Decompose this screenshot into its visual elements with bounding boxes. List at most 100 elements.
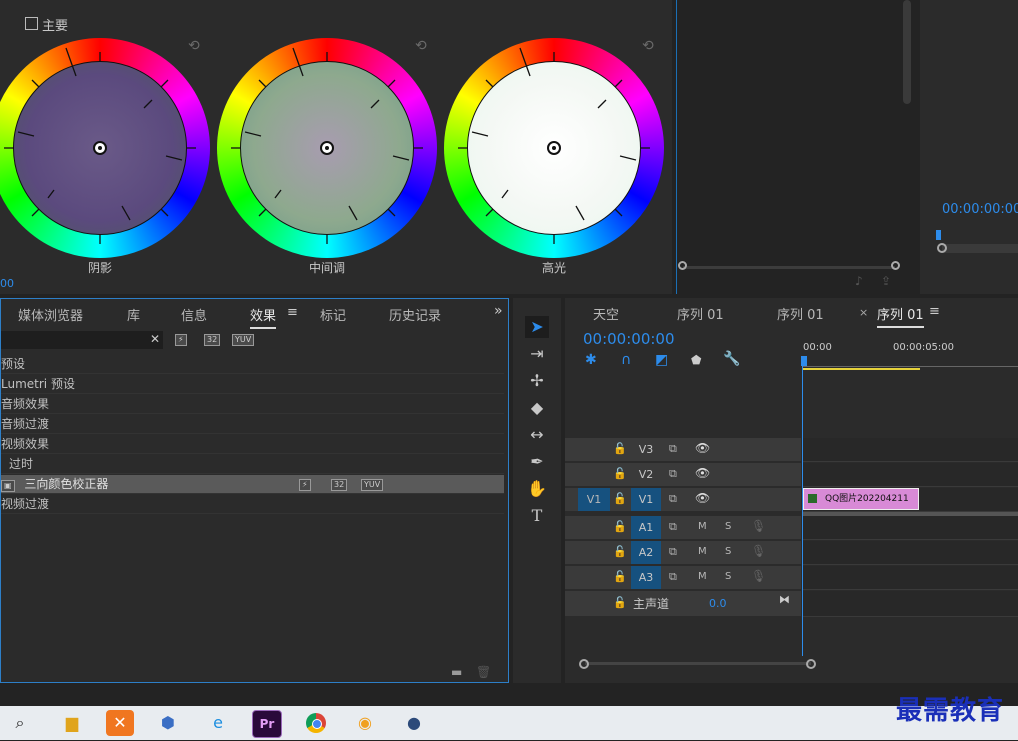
lock-icon[interactable]: 🔓 [613, 442, 627, 455]
accelerated-effects-filter-icon[interactable]: ⚡ [175, 334, 187, 346]
tab-sequence-01-active[interactable]: 序列 01 [877, 304, 924, 328]
track-name[interactable]: A3 [631, 566, 661, 589]
file-explorer-icon[interactable]: ▆ [58, 710, 86, 736]
track-header-v2[interactable]: 🔓 V2 ⧉ 👁 [565, 463, 801, 487]
work-area-bar[interactable] [803, 368, 920, 370]
midtones-center-handle[interactable] [320, 141, 334, 155]
track-name[interactable]: A2 [631, 541, 661, 564]
master-volume-value[interactable]: 0.0 [709, 597, 727, 610]
virtualbox-icon[interactable]: ⬢ [154, 710, 182, 736]
internet-explorer-icon[interactable]: e [204, 710, 232, 736]
tree-item-video-effects[interactable]: 视频效果 [1, 435, 504, 454]
zoom-scrollbar[interactable] [683, 266, 895, 269]
chrome-icon[interactable] [302, 710, 330, 736]
solo-button[interactable]: S [725, 571, 731, 582]
premiere-pro-icon[interactable]: Pr [252, 710, 282, 738]
mute-button[interactable]: M [698, 546, 707, 557]
sync-lock-icon[interactable]: ⧉ [669, 545, 677, 559]
vertical-scrollbar[interactable] [903, 0, 911, 104]
playhead-handle[interactable] [801, 356, 807, 366]
32bit-filter-icon[interactable]: 32 [204, 334, 221, 346]
lane-a3[interactable] [803, 566, 1018, 590]
lock-icon[interactable]: 🔓 [613, 545, 627, 558]
tab-sky[interactable]: 天空 [593, 304, 619, 323]
export-frame-icon[interactable]: ♪ [855, 274, 863, 288]
tree-item-video-transitions[interactable]: 视频过渡 [1, 495, 504, 514]
tree-item-obsolete[interactable]: 过时 [1, 455, 504, 474]
tab-history[interactable]: 历史记录 [389, 305, 441, 324]
track-header-a2[interactable]: 🔓 A2 ⧉ M S 🎙 [565, 541, 801, 565]
voiceover-mic-icon[interactable]: 🎙 [751, 544, 766, 558]
add-marker-icon[interactable]: ⬟ [691, 353, 701, 367]
trash-icon[interactable]: 🗑 [476, 665, 491, 679]
linked-selection-icon[interactable]: ◩ [655, 352, 668, 368]
xampp-icon[interactable]: ✕ [106, 710, 134, 736]
timeline-menu-icon[interactable]: ≡ [929, 304, 940, 319]
program-scrollbar[interactable] [942, 244, 1018, 253]
track-header-v3[interactable]: 🔓 V3 ⧉ 👁 [565, 438, 801, 462]
tab-sequence-01-b[interactable]: 序列 01 [777, 304, 824, 323]
program-playhead[interactable] [936, 230, 941, 240]
mute-button[interactable]: M [698, 521, 707, 532]
track-name[interactable]: A1 [631, 516, 661, 539]
eye-icon[interactable]: 👁 [695, 491, 710, 505]
zoom-handle-left[interactable] [678, 261, 687, 270]
lock-icon[interactable]: 🔓 [613, 596, 627, 609]
sync-lock-icon[interactable]: ⧉ [669, 467, 677, 481]
lane-v3[interactable] [803, 438, 1018, 462]
shadows-reset-icon[interactable]: ⟲ [188, 38, 200, 54]
tab-sequence-01-a[interactable]: 序列 01 [677, 304, 724, 323]
effects-search-input[interactable]: ✕ [1, 331, 163, 349]
track-name[interactable]: V3 [631, 438, 661, 461]
track-name[interactable]: V1 [631, 488, 661, 511]
sync-lock-icon[interactable]: ⧉ [669, 492, 677, 506]
timeline-zoom-handle-right[interactable] [806, 659, 816, 669]
search-icon[interactable]: ⌕ [6, 710, 34, 736]
clear-search-icon[interactable]: ✕ [150, 332, 160, 346]
highlights-color-wheel[interactable] [444, 38, 664, 258]
primary-checkbox[interactable] [25, 17, 38, 30]
solo-button[interactable]: S [725, 546, 731, 557]
new-bin-icon[interactable]: ▬ [451, 665, 462, 679]
track-name[interactable]: V2 [631, 463, 661, 486]
tab-media-browser[interactable]: 媒体浏览器 [18, 305, 83, 324]
ripple-edit-tool-icon[interactable]: ✢ [525, 370, 549, 392]
type-tool-icon[interactable]: T [525, 505, 549, 527]
lane-v1[interactable]: QQ图片202204211 [803, 488, 1018, 512]
settings-wrench-icon[interactable]: 🔧 [723, 351, 740, 367]
sync-lock-icon[interactable]: ⧉ [669, 520, 677, 534]
tree-item-presets[interactable]: 预设 [1, 355, 504, 374]
track-select-tool-icon[interactable]: ⇥ [525, 343, 549, 365]
video-clip[interactable]: QQ图片202204211 [803, 488, 919, 510]
go-to-out-icon[interactable]: ⧓ [779, 593, 790, 606]
mute-button[interactable]: M [698, 571, 707, 582]
highlights-reset-icon[interactable]: ⟲ [642, 38, 654, 54]
tab-info[interactable]: 信息 [181, 305, 207, 324]
tree-item-three-way-color-corrector[interactable]: ▣ 三向颜色校正器 ⚡ 32 YUV [1, 475, 504, 494]
timeline-timecode[interactable]: 00:00:00:00 [583, 330, 675, 348]
tab-markers[interactable]: 标记 [320, 305, 346, 324]
effects-menu-icon[interactable]: ≡ [287, 305, 298, 320]
tab-effects[interactable]: 效果 [250, 305, 277, 329]
yuv-filter-icon[interactable]: YUV [232, 334, 255, 346]
tree-item-audio-effects[interactable]: 音频效果 [1, 395, 504, 414]
app-icon[interactable]: ● [400, 710, 428, 736]
lane-a1[interactable] [803, 516, 1018, 540]
track-header-v1[interactable]: V1 🔓 V1 ⧉ 👁 [565, 488, 801, 512]
timeline-zoom-scrollbar[interactable] [585, 662, 811, 665]
snap-icon[interactable]: ∩ [621, 352, 631, 368]
close-tab-icon[interactable]: × [859, 306, 868, 319]
eye-icon[interactable]: 👁 [695, 441, 710, 455]
hand-tool-icon[interactable]: ✋ [525, 478, 549, 500]
tab-libraries[interactable]: 库 [127, 305, 140, 324]
track-header-master[interactable]: 🔓 主声道 0.0 ⧓ [565, 591, 801, 617]
nest-icon[interactable]: ✱ [585, 352, 597, 368]
track-header-a3[interactable]: 🔓 A3 ⧉ M S 🎙 [565, 566, 801, 590]
sync-lock-icon[interactable]: ⧉ [669, 442, 677, 456]
music-app-icon[interactable]: ◉ [351, 710, 379, 736]
voiceover-mic-icon[interactable]: 🎙 [751, 519, 766, 533]
selection-tool-icon[interactable]: ➤ [525, 316, 549, 338]
midtones-color-wheel[interactable] [217, 38, 437, 258]
track-header-a1[interactable]: 🔓 A1 ⧉ M S 🎙 [565, 516, 801, 540]
share-icon[interactable]: ⇪ [881, 274, 891, 288]
